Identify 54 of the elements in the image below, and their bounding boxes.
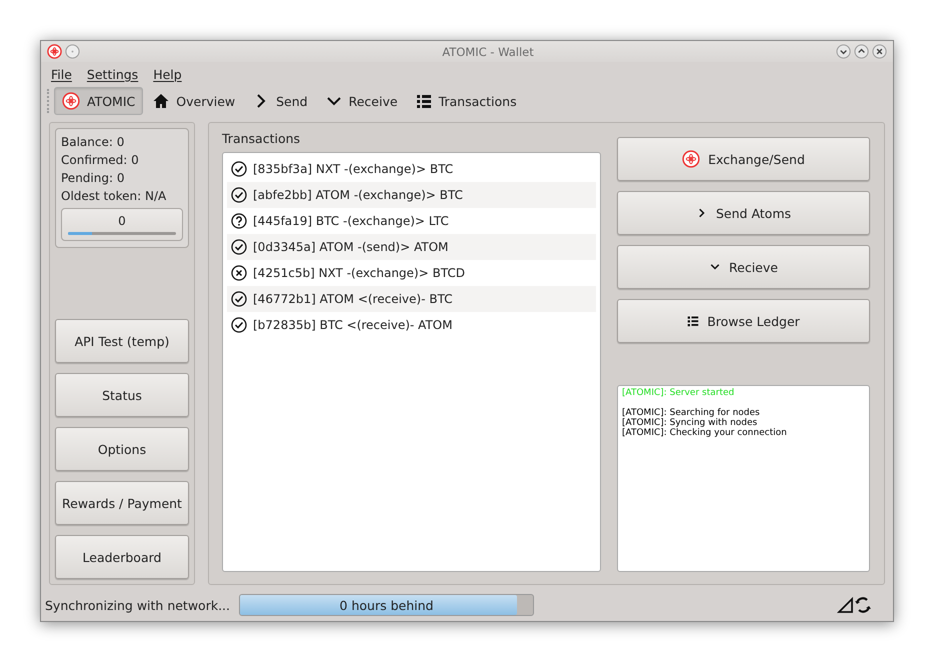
menu-item[interactable]: File [51,66,72,82]
minimize-icon[interactable] [836,44,851,59]
close-icon[interactable] [872,44,887,59]
toolbar-tab[interactable]: Receive [318,87,406,115]
transaction-row[interactable]: [0d3345a] ATOM -(send)> ATOM [227,234,596,260]
log-line: [ATOMIC]: Server started [622,388,734,398]
window-title: ATOMIC - Wallet [441,44,535,58]
action-button[interactable]: Exchange/Send [617,137,870,181]
log-line: [ATOMIC]: Searching for nodes [622,408,760,418]
counter-value: 0 [118,214,126,228]
summary-text: Pending: 0 [61,170,126,186]
transaction-row[interactable]: [abfe2bb] ATOM -(exchange)> BTC [227,182,596,208]
status-text: Synchronizing with network... [45,598,230,612]
check-circle-icon [231,291,247,307]
summary-text: Oldest token: N/A [61,188,168,204]
toolbar-tab[interactable]: Overview [145,87,244,115]
menu-item[interactable]: Help [153,66,182,82]
action-button[interactable]: Send Atoms [617,191,870,235]
maximize-icon[interactable] [854,44,869,59]
transaction-row[interactable]: [b72835b] BTC <(receive)- ATOM [227,312,596,338]
side-button[interactable]: Status [55,373,189,417]
check-circle-icon [231,161,247,177]
side-button[interactable]: Rewards / Payment [55,481,189,525]
transaction-row[interactable]: [835bf3a] NXT -(exchange)> BTC [227,156,596,182]
transaction-row[interactable]: [4251c5b] NXT -(exchange)> BTCD [227,260,596,286]
check-circle-icon [231,317,247,333]
toolbar-tab[interactable]: ATOMIC [54,87,144,115]
summary-text: Balance: 0 [61,134,126,150]
progress-text: 0 hours behind [340,598,434,612]
log-line: [ATOMIC]: Checking your connection [622,428,787,438]
question-circle-icon [231,213,247,229]
cross-circle-icon [231,265,247,281]
toolbar-tab[interactable]: Send [245,87,316,115]
atom-icon[interactable] [47,44,62,59]
action-button[interactable]: Browse Ledger [617,299,870,343]
log-line: [ATOMIC]: Syncing with nodes [622,418,758,428]
connection-icon [837,596,873,614]
atom-icon [62,92,80,110]
side-button[interactable]: Options [55,427,189,471]
side-button[interactable]: Leaderboard [55,535,189,579]
summary-text: Confirmed: 0 [61,152,140,168]
side-button[interactable]: API Test (temp) [55,319,189,363]
check-circle-icon [231,187,247,203]
list-icon [416,93,432,109]
atom-icon [682,150,700,168]
check-circle-icon [231,239,247,255]
toolbar-tab[interactable]: Transactions [408,87,525,115]
home-icon [153,93,170,109]
menu-item[interactable]: Settings [86,66,138,82]
transaction-row[interactable]: [445fa19] BTC -(exchange)> LTC [227,208,596,234]
section-title: Transactions [222,131,302,146]
transaction-row[interactable]: [46772b1] ATOM <(receive)- BTC [227,286,596,312]
list-icon [687,315,700,327]
action-button[interactable]: Recieve [617,245,870,289]
